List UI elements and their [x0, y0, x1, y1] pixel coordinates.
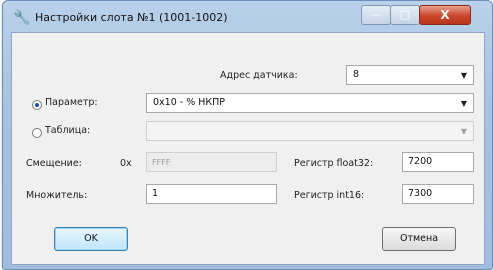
multiplier-label: Множитель: — [26, 190, 88, 201]
table-label: Таблица: — [45, 125, 91, 136]
table-select[interactable]: ▼ — [146, 121, 474, 141]
dialog-body: Адрес датчика: 8 ▼ Параметр: 0x10 - % НК… — [11, 32, 485, 265]
table-radio[interactable] — [32, 128, 42, 138]
register-float32-input[interactable]: 7200 — [402, 152, 474, 172]
sensor-address-label: Адрес датчика: — [220, 70, 298, 81]
offset-value: FFFF — [152, 158, 171, 167]
cancel-button[interactable]: Отмена — [382, 227, 456, 251]
offset-label: Смещение: — [26, 158, 82, 169]
close-icon: X — [440, 8, 450, 22]
title-bar[interactable]: 🔧 Настройки слота №1 (1001-1002) — □ X — [3, 1, 492, 33]
settings-dialog: 🔧 Настройки слота №1 (1001-1002) — □ X А… — [2, 0, 493, 270]
window-title: Настройки слота №1 (1001-1002) — [35, 11, 228, 24]
maximize-button[interactable]: □ — [390, 5, 420, 25]
register-int16-label: Регистр int16: — [294, 190, 365, 201]
register-float32-label: Регистр float32: — [294, 158, 374, 169]
chevron-down-icon: ▼ — [460, 99, 467, 108]
parameter-select[interactable]: 0x10 - % НКПР ▼ — [146, 93, 474, 113]
maximize-icon: □ — [399, 8, 411, 21]
ok-button[interactable]: OK — [54, 227, 128, 251]
sensor-address-value: 8 — [353, 69, 360, 80]
wrench-icon: 🔧 — [13, 10, 31, 26]
sensor-address-select[interactable]: 8 ▼ — [346, 65, 474, 85]
parameter-value: 0x10 - % НКПР — [153, 97, 226, 108]
parameter-radio[interactable] — [32, 100, 42, 110]
multiplier-input[interactable]: 1 — [146, 184, 277, 204]
chevron-down-icon: ▼ — [460, 127, 467, 136]
minimize-button[interactable]: — — [361, 5, 391, 25]
minimize-icon: — — [370, 8, 382, 21]
offset-prefix: 0x — [120, 158, 132, 169]
parameter-label: Параметр: — [45, 97, 98, 108]
chevron-down-icon: ▼ — [460, 71, 467, 80]
offset-input[interactable]: FFFF — [146, 152, 277, 172]
register-int16-input[interactable]: 7300 — [402, 184, 474, 204]
close-button[interactable]: X — [419, 5, 471, 25]
register-float32-value: 7200 — [408, 156, 433, 167]
register-int16-value: 7300 — [408, 188, 433, 199]
multiplier-value: 1 — [152, 188, 159, 199]
